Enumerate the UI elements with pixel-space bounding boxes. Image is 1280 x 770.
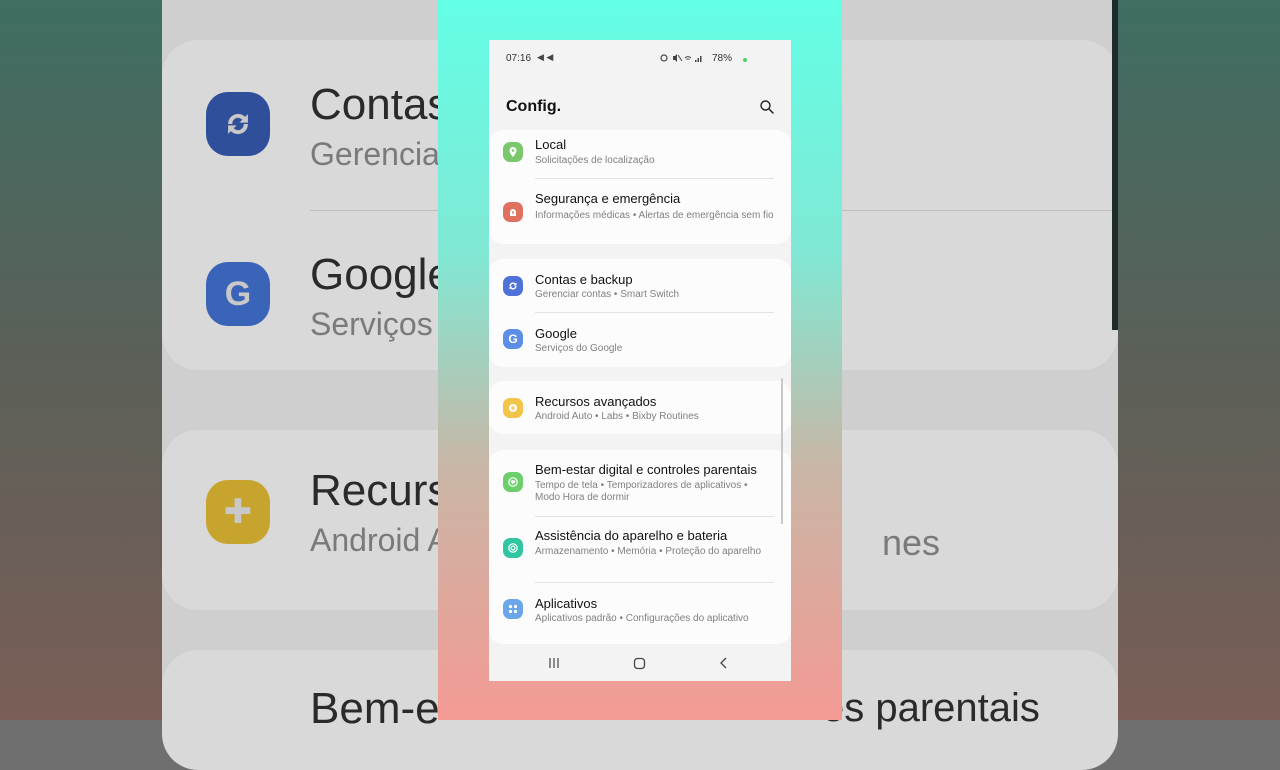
item-subtitle: Tempo de tela • Temporizadores de aplica… [535, 480, 748, 503]
item-subtitle: Android Auto • Labs • Bixby Routines [535, 411, 699, 422]
background-sub-accounts: Gerencia [310, 136, 440, 172]
settings-card-2: Contas e backup Gerenciar contas • Smart… [489, 259, 791, 367]
item-subtitle: Aplicativos padrão • Configurações do ap… [535, 613, 749, 624]
item-subtitle: Serviços do Google [535, 343, 623, 354]
search-button[interactable] [759, 99, 775, 115]
scrollbar[interactable] [781, 378, 783, 524]
background-plus-icon: ✚ [206, 480, 270, 544]
background-right-text: nes [882, 522, 941, 563]
item-title: Aplicativos [535, 596, 598, 611]
item-title: Assistência do aparelho e bateria [535, 528, 728, 543]
item-subtitle: Informações médicas • Alertas de emergên… [535, 210, 774, 221]
plus-gear-icon [503, 398, 523, 418]
item-title: Google [535, 326, 577, 341]
status-time: 07:16 [506, 53, 532, 64]
home-icon [633, 657, 645, 669]
alarm-mute-wifi-signal-icon [660, 54, 702, 62]
item-title: Contas e backup [535, 272, 633, 287]
background-sub-advanced: Android A [310, 522, 449, 558]
item-subtitle: Solicitações de localização [535, 155, 655, 166]
item-title: Local [535, 137, 567, 152]
background-google-letter: G [224, 274, 252, 313]
back-button[interactable] [714, 655, 734, 671]
background-sync-icon [206, 92, 270, 156]
page-title: Config. [506, 98, 562, 115]
settings-item-local[interactable]: Local Solicitações de localização [489, 130, 791, 178]
google-icon: G [503, 329, 523, 349]
settings-card-4: Bem-estar digital e controles parentais … [489, 450, 791, 644]
settings-item-wellbeing[interactable]: Bem-estar digital e controles parentais … [489, 450, 791, 516]
item-subtitle: Gerenciar contas • Smart Switch [535, 289, 680, 300]
search-icon [760, 100, 774, 114]
background-right-dark-text: es parentais [822, 686, 1040, 730]
background-title-wellbeing: Bem-e [310, 684, 440, 733]
apps-grid-icon [503, 599, 523, 619]
home-button[interactable] [629, 655, 649, 671]
background-title-advanced: Recurs [310, 466, 450, 515]
emergency-icon [503, 202, 523, 222]
phone-screen: 07:16 ◀ ◀ 78% Config. Local Solicitações… [489, 40, 791, 681]
settings-item-advanced[interactable]: Recursos avançados Android Auto • Labs •… [489, 381, 791, 434]
settings-item-security[interactable]: Segurança e emergência Informações médic… [489, 179, 791, 244]
location-pin-icon [503, 142, 523, 162]
navigation-status-icon: ◀ ◀ [537, 52, 554, 62]
background-edge-bar [1112, 0, 1118, 330]
recent-apps-icon [549, 658, 559, 668]
background-sub-google: Serviços [310, 306, 433, 342]
item-title: Bem-estar digital e controles parentais [535, 462, 757, 477]
device-care-icon [503, 538, 523, 558]
item-title: Segurança e emergência [535, 191, 681, 206]
privacy-indicator-dot [743, 58, 747, 62]
item-subtitle: Armazenamento • Memória • Proteção do ap… [535, 546, 762, 557]
back-icon [720, 657, 727, 669]
settings-item-google[interactable]: G Google Serviços do Google [489, 313, 791, 367]
settings-item-device-care[interactable]: Assistência do aparelho e bateria Armaze… [489, 517, 791, 582]
navigation-bar [489, 644, 791, 681]
sync-icon [503, 276, 523, 296]
heart-icon [503, 472, 523, 492]
status-bar: 07:16 ◀ ◀ 78% [489, 40, 791, 76]
item-title: Recursos avançados [535, 394, 657, 409]
background-title-google: Google [310, 250, 452, 299]
settings-card-3: Recursos avançados Android Auto • Labs •… [489, 381, 791, 434]
recent-apps-button[interactable] [544, 655, 564, 671]
battery-level: 78% [712, 53, 733, 64]
settings-card-1: Local Solicitações de localização Segura… [489, 130, 791, 244]
settings-item-accounts[interactable]: Contas e backup Gerenciar contas • Smart… [489, 259, 791, 312]
settings-item-apps[interactable]: Aplicativos Aplicativos padrão • Configu… [489, 583, 791, 644]
background-google-icon: G [206, 262, 270, 326]
status-icons [660, 53, 704, 65]
background-title-accounts: Contas [310, 80, 450, 129]
